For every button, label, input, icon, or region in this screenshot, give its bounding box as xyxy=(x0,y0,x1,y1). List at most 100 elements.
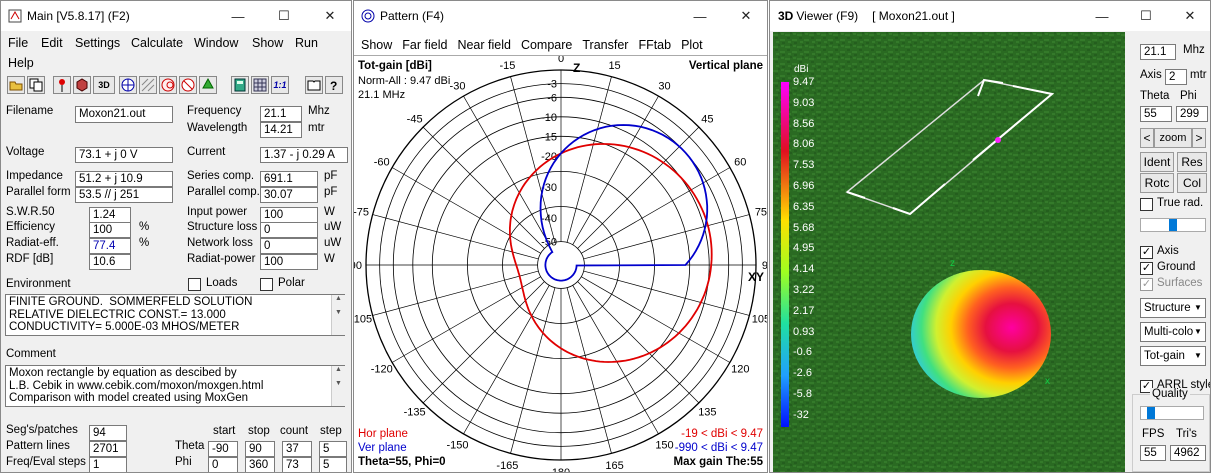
theta-start-field[interactable]: -90 xyxy=(208,441,238,457)
tree-icon[interactable] xyxy=(199,76,217,94)
polar-plot: 0153045607590105120135150165180-165-150-… xyxy=(354,53,767,472)
loads-checkbox[interactable] xyxy=(188,278,201,291)
ident-button[interactable]: Ident xyxy=(1140,152,1174,172)
phi-step-field[interactable]: 5 xyxy=(319,457,347,472)
step-header: step xyxy=(320,425,342,437)
comment-textbox[interactable]: Moxon rectangle by equation as descibed … xyxy=(5,365,345,407)
current-label: Current xyxy=(187,146,226,158)
scale-button[interactable]: 1:1 xyxy=(271,76,289,94)
minimize-icon[interactable]: — xyxy=(215,1,261,31)
menu-settings[interactable]: Settings xyxy=(68,33,127,53)
comment-scrollbar[interactable]: ▲ ▼ xyxy=(331,366,345,406)
viewer-minimize-icon[interactable]: — xyxy=(1080,1,1124,31)
environment-scrollbar[interactable]: ▲ ▼ xyxy=(331,295,345,335)
zoom-left-button[interactable]: < xyxy=(1140,128,1154,148)
menu-run[interactable]: Run xyxy=(288,33,325,53)
antenna-icon[interactable] xyxy=(53,76,71,94)
true-rad-slider[interactable] xyxy=(1140,218,1206,232)
structure-select-value: Structure xyxy=(1144,302,1191,314)
zoom-button[interactable]: zoom xyxy=(1154,128,1192,148)
polar-checkbox[interactable] xyxy=(260,278,273,291)
viewer-canvas[interactable]: z x dBi 9.47 9.03 8.56 8.06 7.53 6.96 6.35 5.68… xyxy=(773,32,1125,472)
structure-select[interactable]: Structure ▼ xyxy=(1140,298,1206,318)
viewer-maximize-icon[interactable]: ☐ xyxy=(1124,1,1168,31)
menu-compare[interactable]: Compare xyxy=(516,35,577,55)
freq-eval-field[interactable]: 1 xyxy=(89,457,127,472)
main-window: Main [V5.8.17] (F2) — ☐ ✕ File Edit Sett… xyxy=(0,0,352,473)
open-icon[interactable] xyxy=(7,76,25,94)
angle-label: 120 xyxy=(731,364,749,376)
theta-count-field[interactable]: 37 xyxy=(282,441,312,457)
viewer-close-icon[interactable]: ✕ xyxy=(1168,1,1210,31)
theta-stop-field[interactable]: 90 xyxy=(245,441,275,457)
menu-calculate[interactable]: Calculate xyxy=(124,33,190,53)
viewer-axis-field[interactable]: 2 xyxy=(1165,69,1187,85)
viewer-theta-field[interactable]: 55 xyxy=(1140,106,1172,122)
environment-textbox[interactable]: FINITE GROUND. SOMMERFELD SOLUTION RELAT… xyxy=(5,294,345,336)
polar-spoke xyxy=(510,287,556,454)
pattern-icon[interactable] xyxy=(139,76,157,94)
wavelength-field: 14.21 xyxy=(260,122,302,138)
multi-color-select[interactable]: Multi-colo ▼ xyxy=(1140,322,1206,342)
help-icon[interactable]: ? xyxy=(325,76,343,94)
quality-slider[interactable] xyxy=(1140,406,1204,420)
polar-spoke xyxy=(572,95,659,245)
menu-near-field[interactable]: Near field xyxy=(452,35,516,55)
voltage-field: 73.1 + j 0 V xyxy=(75,147,173,163)
menu-transfer[interactable]: Transfer xyxy=(577,35,633,55)
zoom-right-button[interactable]: > xyxy=(1192,128,1206,148)
ring-label: -40 xyxy=(541,213,557,225)
menu-help[interactable]: Help xyxy=(1,53,41,73)
globe-icon[interactable] xyxy=(119,76,137,94)
book-icon[interactable] xyxy=(305,76,323,94)
scale-value-8: 4.95 xyxy=(793,242,815,255)
angle-label: 150 xyxy=(655,439,673,451)
viewer-freq-field[interactable]: 21.1 xyxy=(1140,44,1176,60)
surfaces-checkbox[interactable]: ✓ xyxy=(1140,278,1153,291)
segs-field: 94 xyxy=(89,425,127,441)
main-title-bar[interactable]: Main [V5.8.17] (F2) — ☐ ✕ xyxy=(1,1,351,31)
ground-checkbox[interactable]: ✓ xyxy=(1140,262,1153,275)
viewer-title-bar[interactable]: 3D Viewer (F9) [ Moxon21.out ] — ☐ ✕ xyxy=(770,1,1210,31)
menu-far-field[interactable]: Far field xyxy=(397,35,452,55)
phi-stop-field[interactable]: 360 xyxy=(245,457,275,472)
true-rad-checkbox[interactable] xyxy=(1140,198,1153,211)
theta-step-field[interactable]: 5 xyxy=(319,441,347,457)
col-button[interactable]: Col xyxy=(1177,173,1207,193)
pattern-close-icon[interactable]: ✕ xyxy=(726,1,766,31)
close-icon[interactable]: ✕ xyxy=(307,1,351,31)
menu-show-pattern[interactable]: Show xyxy=(354,35,397,55)
pattern-minimize-icon[interactable]: — xyxy=(680,1,720,31)
maximize-icon[interactable]: ☐ xyxy=(261,1,307,31)
pattern-plot-area[interactable]: 0153045607590105120135150165180-165-150-… xyxy=(354,53,767,472)
pattern-title-bar[interactable]: Pattern (F4) — ✕ xyxy=(354,1,767,31)
angle-label: -120 xyxy=(371,364,393,376)
phi-count-field[interactable]: 73 xyxy=(282,457,312,472)
tot-gain-select[interactable]: Tot-gain ▼ xyxy=(1140,346,1206,366)
stop-icon[interactable] xyxy=(179,76,197,94)
filename-field[interactable]: Moxon21.out xyxy=(75,106,173,123)
calculator-icon[interactable] xyxy=(231,76,249,94)
view-3d-button[interactable]: 3D xyxy=(93,76,115,94)
res-button[interactable]: Res xyxy=(1177,152,1207,172)
grid-icon[interactable] xyxy=(251,76,269,94)
freq-eval-label: Freq/Eval steps xyxy=(6,456,86,468)
axis-checkbox[interactable]: ✓ xyxy=(1140,246,1153,259)
rdf-field: 10.6 xyxy=(89,254,131,270)
cube-icon[interactable] xyxy=(73,76,91,94)
angle-label: 165 xyxy=(605,460,623,472)
menu-edit[interactable]: Edit xyxy=(34,33,70,53)
angle-label: -75 xyxy=(354,206,369,218)
menu-fftab[interactable]: FFtab xyxy=(633,35,676,55)
menu-window[interactable]: Window xyxy=(187,33,245,53)
viewer-phi-field[interactable]: 299 xyxy=(1176,106,1208,122)
smith-icon[interactable] xyxy=(159,76,177,94)
phi-start-field[interactable]: 0 xyxy=(208,457,238,472)
rotc-button[interactable]: Rotc xyxy=(1140,173,1174,193)
true-rad-label: True rad. xyxy=(1157,197,1204,209)
frequency-field[interactable]: 21.1 xyxy=(260,106,302,122)
menu-file[interactable]: File xyxy=(1,33,35,53)
menu-plot[interactable]: Plot xyxy=(676,35,708,55)
menu-show[interactable]: Show xyxy=(245,33,290,53)
copy-icon[interactable] xyxy=(27,76,45,94)
